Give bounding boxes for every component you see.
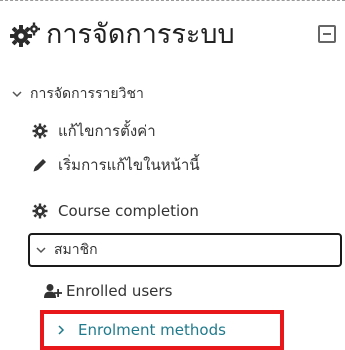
minus-square-icon[interactable] <box>318 25 336 43</box>
cog-icon <box>32 203 48 219</box>
tree-item-label: การจัดการรายวิชา <box>30 86 144 102</box>
tree-item-label: Course completion <box>58 202 199 220</box>
block-title: การจัดการระบบ <box>46 19 235 50</box>
tree-item-course-admin[interactable]: การจัดการรายวิชา <box>0 83 345 105</box>
user-plus-icon <box>44 284 62 298</box>
chevron-down-icon <box>36 247 46 254</box>
tree-item-label: Enrolled users <box>66 282 173 300</box>
cogs-icon <box>10 22 40 47</box>
tree-item-members[interactable]: สมาชิก <box>28 233 342 267</box>
tree-item-edit-settings[interactable]: แก้ไขการตั้งค่า <box>0 120 345 142</box>
tree-item-label: แก้ไขการตั้งค่า <box>58 122 156 140</box>
administration-block: การจัดการระบบ การจัดการรายวิชา แก้ไขการต… <box>0 0 345 350</box>
tree-item-enrolled-users[interactable]: Enrolled users <box>0 280 345 302</box>
chevron-down-icon <box>12 91 22 98</box>
tree-item-turn-editing-on[interactable]: เริ่มการแก้ไขในหน้านี้ <box>0 154 345 176</box>
pencil-icon <box>33 159 46 172</box>
block-header: การจัดการระบบ <box>6 13 345 57</box>
tree-item-label: เริ่มการแก้ไขในหน้านี้ <box>58 156 200 174</box>
cog-icon <box>32 123 48 139</box>
tree-item-course-completion[interactable]: Course completion <box>0 200 345 222</box>
highlight-annotation <box>40 310 284 350</box>
tree-item-label: สมาชิก <box>54 242 98 258</box>
